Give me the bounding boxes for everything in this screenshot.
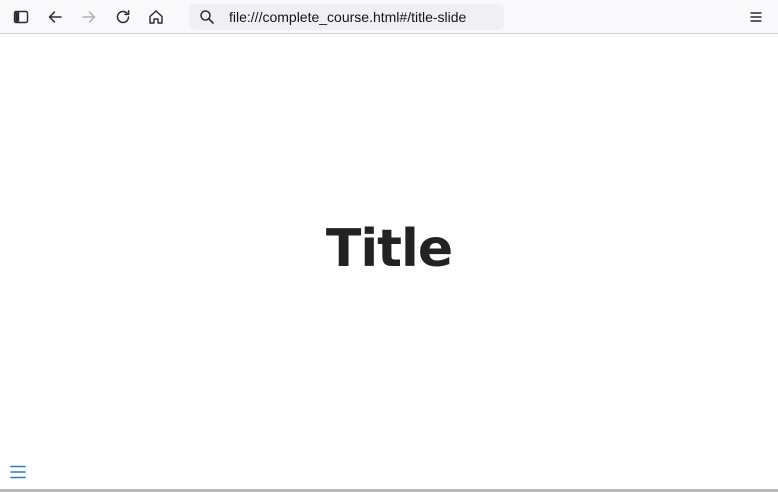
slide-title: Title — [325, 219, 453, 279]
hamburger-icon — [750, 12, 762, 22]
home-icon — [149, 10, 163, 24]
home-button[interactable] — [143, 4, 169, 30]
browser-toolbar: file:///complete_course.html#/title-slid… — [0, 0, 778, 34]
app-menu-button[interactable] — [743, 4, 769, 30]
forward-button[interactable] — [76, 4, 102, 30]
arrow-left-icon — [48, 11, 62, 23]
slide-menu-button[interactable] — [8, 462, 28, 482]
address-bar-url: file:///complete_course.html#/title-slid… — [229, 9, 467, 25]
sidebar-icon — [13, 10, 29, 24]
hamburger-icon — [10, 465, 26, 479]
back-button[interactable] — [42, 4, 68, 30]
page-content: Title — [0, 35, 778, 489]
arrow-right-icon — [82, 11, 96, 23]
reload-button[interactable] — [110, 4, 136, 30]
reload-icon — [116, 10, 130, 24]
search-icon — [200, 10, 214, 24]
address-bar[interactable]: file:///complete_course.html#/title-slid… — [189, 4, 504, 30]
sidebar-toggle-button[interactable] — [8, 4, 34, 30]
